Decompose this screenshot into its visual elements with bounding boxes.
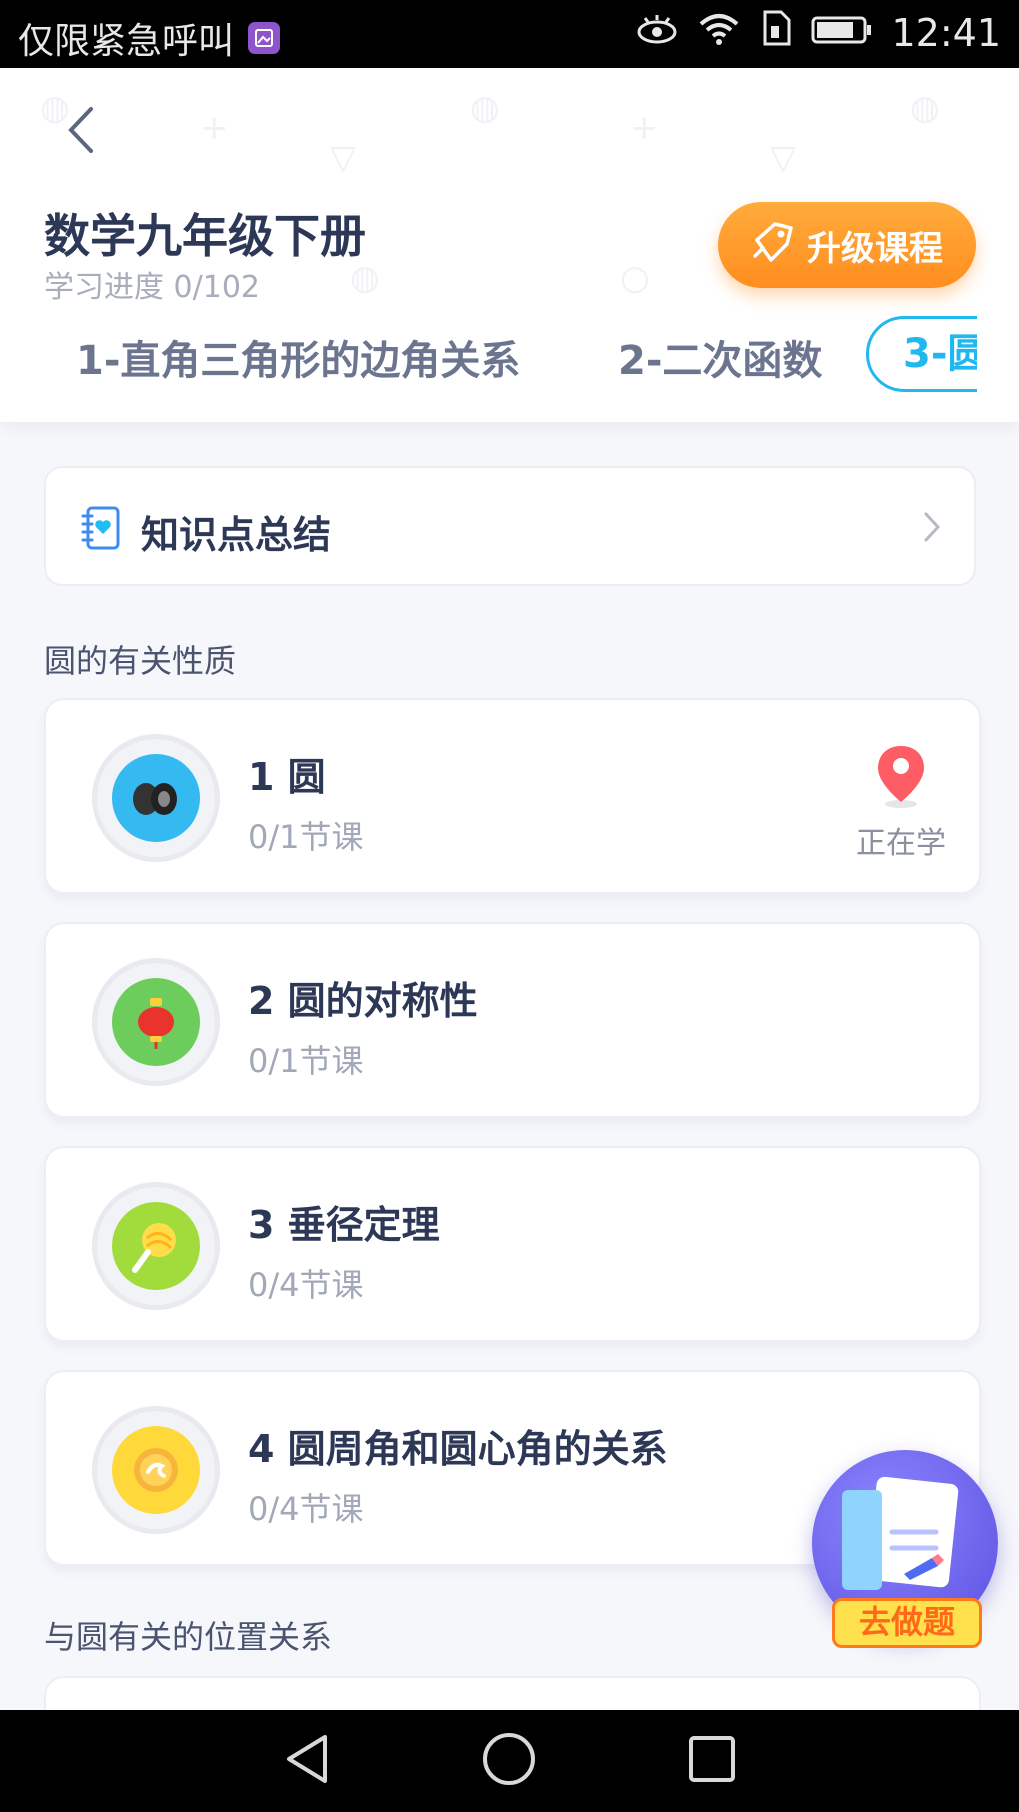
home-nav-icon[interactable] bbox=[481, 1731, 537, 1791]
upgrade-label: 升级课程 bbox=[807, 228, 943, 269]
summary-label: 知识点总结 bbox=[141, 513, 332, 557]
gallery-icon bbox=[248, 22, 281, 54]
lesson-title: 3 垂径定理 bbox=[248, 1203, 440, 1247]
lesson-title: 4 圆周角和圆心角的关系 bbox=[248, 1427, 668, 1471]
lollipop-icon bbox=[112, 1202, 200, 1290]
decor-globe-icon: ◍ bbox=[910, 88, 940, 128]
status-left: 仅限紧急呼叫 bbox=[18, 12, 281, 64]
lesson-progress: 0/1节课 bbox=[248, 818, 364, 856]
lesson-progress: 0/1节课 bbox=[248, 1042, 364, 1080]
lesson-card-3[interactable]: 3 垂径定理 0/4节课 bbox=[44, 1146, 981, 1342]
tab-chapter-3[interactable]: 3-圆 bbox=[866, 316, 977, 392]
lesson-badge bbox=[92, 1182, 220, 1310]
lesson-progress: 0/4节课 bbox=[248, 1266, 364, 1304]
decor-globe-icon: ◍ bbox=[470, 88, 500, 128]
lesson-badge bbox=[92, 734, 220, 862]
section-title: 圆的有关性质 bbox=[44, 642, 237, 680]
learning-now-tag: 正在学 bbox=[851, 744, 951, 862]
emergency-call-text: 仅限紧急呼叫 bbox=[18, 21, 235, 62]
progress-text: 学习进度 0/102 bbox=[44, 270, 260, 305]
knowledge-summary-card[interactable]: 知识点总结 bbox=[44, 466, 976, 586]
lesson-badge bbox=[92, 1406, 220, 1534]
sim-icon bbox=[759, 10, 793, 55]
decor-plus-icon: + bbox=[200, 108, 229, 148]
coin-icon bbox=[112, 1426, 200, 1514]
location-pin-icon bbox=[878, 746, 924, 808]
lesson-title: 2 圆的对称性 bbox=[248, 979, 478, 1023]
decor-plus-icon: + bbox=[630, 108, 659, 148]
decor-circle-icon: ○ bbox=[620, 258, 650, 298]
decor-triangle-icon: ▽ bbox=[330, 138, 357, 178]
tab-chapter-2[interactable]: 2-二次函数 bbox=[618, 328, 822, 386]
chapter-tabs: 1-直角三角形的边角关系 2-二次函数 3-圆 bbox=[0, 316, 977, 406]
lesson-card-2[interactable]: 2 圆的对称性 0/1节课 bbox=[44, 922, 981, 1118]
system-nav-bar bbox=[0, 1710, 1019, 1812]
practice-label: 去做题 bbox=[832, 1598, 982, 1648]
lesson-title: 1 圆 bbox=[248, 755, 326, 799]
back-nav-icon[interactable] bbox=[283, 1733, 331, 1789]
notebook-icon bbox=[80, 506, 122, 554]
lantern-icon bbox=[112, 978, 200, 1066]
worksheet-icon bbox=[842, 1476, 959, 1590]
headphones-icon bbox=[112, 754, 200, 842]
chevron-right-icon bbox=[922, 510, 942, 548]
clock-time: 12:41 bbox=[891, 10, 1001, 55]
chevron-left-icon bbox=[68, 107, 93, 153]
course-title: 数学九年级下册 bbox=[44, 209, 366, 263]
lesson-progress: 0/4节课 bbox=[248, 1490, 364, 1528]
recents-nav-icon[interactable] bbox=[687, 1734, 737, 1788]
learning-status: 正在学 bbox=[856, 826, 946, 861]
section-title: 与圆有关的位置关系 bbox=[44, 1618, 333, 1656]
practice-button[interactable]: 去做题 bbox=[812, 1450, 998, 1648]
wifi-icon bbox=[697, 11, 741, 55]
eye-icon bbox=[635, 11, 679, 55]
lesson-badge bbox=[92, 958, 220, 1086]
upgrade-course-button[interactable]: 升级课程 bbox=[718, 202, 976, 288]
course-header: ◍ + ▽ ◍ + ▽ ◍ ○ ◍ 数学九年级下册 学习进度 0/102 升级课… bbox=[0, 68, 1019, 422]
status-right: 12:41 bbox=[635, 10, 1001, 55]
decor-triangle-icon: ▽ bbox=[770, 138, 797, 178]
lesson-card-1[interactable]: 1 圆 0/1节课 正在学 bbox=[44, 698, 981, 894]
back-button[interactable] bbox=[55, 100, 105, 160]
battery-icon bbox=[811, 11, 873, 55]
status-bar: 仅限紧急呼叫 12:41 bbox=[0, 0, 1019, 68]
tab-chapter-1[interactable]: 1-直角三角形的边角关系 bbox=[76, 328, 520, 386]
upgrade-icon bbox=[751, 218, 797, 273]
